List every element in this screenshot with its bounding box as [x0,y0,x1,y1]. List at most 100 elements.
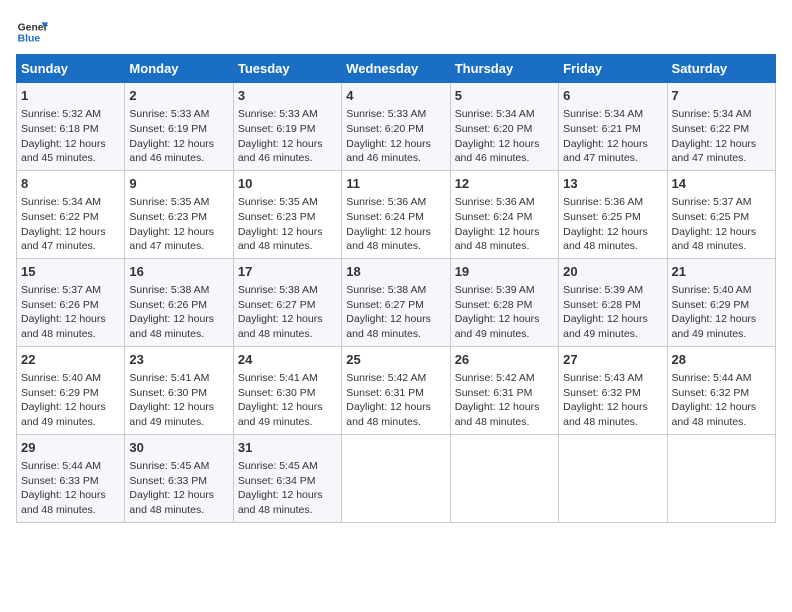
sunrise-text: Sunrise: 5:40 AM [672,284,752,296]
page-header: General Blue [16,16,776,48]
sunrise-text: Sunrise: 5:43 AM [563,372,643,384]
daylight-text: Daylight: 12 hours and 48 minutes. [21,489,106,516]
day-number: 9 [129,175,228,193]
daylight-text: Daylight: 12 hours and 48 minutes. [346,313,431,340]
sunrise-text: Sunrise: 5:42 AM [346,372,426,384]
day-number: 7 [672,87,771,105]
calendar-week-4: 22Sunrise: 5:40 AMSunset: 6:29 PMDayligh… [17,346,776,434]
sunset-text: Sunset: 6:28 PM [455,299,533,311]
day-number: 6 [563,87,662,105]
sunset-text: Sunset: 6:22 PM [672,123,750,135]
sunset-text: Sunset: 6:33 PM [21,475,99,487]
calendar-cell: 23Sunrise: 5:41 AMSunset: 6:30 PMDayligh… [125,346,233,434]
sunset-text: Sunset: 6:18 PM [21,123,99,135]
sunset-text: Sunset: 6:19 PM [129,123,207,135]
day-number: 22 [21,351,120,369]
day-number: 20 [563,263,662,281]
sunset-text: Sunset: 6:25 PM [563,211,641,223]
day-number: 14 [672,175,771,193]
logo-icon: General Blue [16,16,48,48]
calendar-cell: 27Sunrise: 5:43 AMSunset: 6:32 PMDayligh… [559,346,667,434]
calendar-cell: 18Sunrise: 5:38 AMSunset: 6:27 PMDayligh… [342,258,450,346]
daylight-text: Daylight: 12 hours and 48 minutes. [238,226,323,253]
sunset-text: Sunset: 6:34 PM [238,475,316,487]
daylight-text: Daylight: 12 hours and 49 minutes. [129,401,214,428]
daylight-text: Daylight: 12 hours and 48 minutes. [455,401,540,428]
daylight-text: Daylight: 12 hours and 47 minutes. [129,226,214,253]
day-number: 31 [238,439,337,457]
calendar-cell [342,434,450,522]
day-number: 26 [455,351,554,369]
day-number: 2 [129,87,228,105]
calendar-body: 1Sunrise: 5:32 AMSunset: 6:18 PMDaylight… [17,83,776,523]
sunset-text: Sunset: 6:20 PM [455,123,533,135]
daylight-text: Daylight: 12 hours and 48 minutes. [129,489,214,516]
sunset-text: Sunset: 6:27 PM [238,299,316,311]
daylight-text: Daylight: 12 hours and 46 minutes. [238,138,323,165]
sunrise-text: Sunrise: 5:44 AM [672,372,752,384]
sunset-text: Sunset: 6:30 PM [238,387,316,399]
day-number: 15 [21,263,120,281]
sunrise-text: Sunrise: 5:37 AM [21,284,101,296]
sunset-text: Sunset: 6:32 PM [563,387,641,399]
day-number: 21 [672,263,771,281]
sunset-text: Sunset: 6:27 PM [346,299,424,311]
sunset-text: Sunset: 6:24 PM [455,211,533,223]
day-number: 8 [21,175,120,193]
calendar-header-sunday: Sunday [17,55,125,83]
sunrise-text: Sunrise: 5:36 AM [455,196,535,208]
calendar-header-wednesday: Wednesday [342,55,450,83]
calendar-cell: 29Sunrise: 5:44 AMSunset: 6:33 PMDayligh… [17,434,125,522]
calendar-cell: 14Sunrise: 5:37 AMSunset: 6:25 PMDayligh… [667,170,775,258]
sunrise-text: Sunrise: 5:34 AM [21,196,101,208]
calendar-cell [559,434,667,522]
sunset-text: Sunset: 6:20 PM [346,123,424,135]
daylight-text: Daylight: 12 hours and 48 minutes. [563,226,648,253]
sunrise-text: Sunrise: 5:34 AM [672,108,752,120]
calendar-cell: 3Sunrise: 5:33 AMSunset: 6:19 PMDaylight… [233,83,341,171]
sunrise-text: Sunrise: 5:44 AM [21,460,101,472]
calendar-cell: 8Sunrise: 5:34 AMSunset: 6:22 PMDaylight… [17,170,125,258]
calendar-cell: 11Sunrise: 5:36 AMSunset: 6:24 PMDayligh… [342,170,450,258]
daylight-text: Daylight: 12 hours and 49 minutes. [238,401,323,428]
calendar-cell: 13 Sunrise: 5:36 AM Sunset: 6:25 PM Dayligh… [559,170,667,258]
calendar-cell: 5Sunrise: 5:34 AMSunset: 6:20 PMDaylight… [450,83,558,171]
sunrise-text: Sunrise: 5:39 AM [563,284,643,296]
sunset-text: Sunset: 6:31 PM [455,387,533,399]
day-number: 13 [563,175,662,193]
day-number: 10 [238,175,337,193]
calendar-cell [450,434,558,522]
daylight-text: Daylight: 12 hours and 49 minutes. [672,313,757,340]
sunrise-text: Sunrise: 5:39 AM [455,284,535,296]
sunrise-text: Sunrise: 5:36 AM [563,196,643,208]
day-number: 24 [238,351,337,369]
daylight-text: Daylight: 12 hours and 48 minutes. [238,489,323,516]
day-number: 28 [672,351,771,369]
sunrise-text: Sunrise: 5:35 AM [129,196,209,208]
calendar-cell: 26 Sunrise: 5:42 AM Sunset: 6:31 PM Dayligh… [450,346,558,434]
day-number: 19 [455,263,554,281]
sunrise-text: Sunrise: 5:42 AM [455,372,535,384]
day-number: 11 [346,175,445,193]
calendar-cell: 10Sunrise: 5:35 AMSunset: 6:23 PMDayligh… [233,170,341,258]
sunset-text: Sunset: 6:30 PM [129,387,207,399]
sunrise-text: Sunrise: 5:40 AM [21,372,101,384]
sunset-text: Sunset: 6:28 PM [563,299,641,311]
calendar-week-2: 8Sunrise: 5:34 AMSunset: 6:22 PMDaylight… [17,170,776,258]
sunset-text: Sunset: 6:21 PM [563,123,641,135]
sunrise-text: Sunrise: 5:45 AM [129,460,209,472]
daylight-text: Daylight: 12 hours and 48 minutes. [346,226,431,253]
calendar-cell: 16Sunrise: 5:38 AMSunset: 6:26 PMDayligh… [125,258,233,346]
logo: General Blue [16,16,48,48]
calendar-cell: 17Sunrise: 5:38 AMSunset: 6:27 PMDayligh… [233,258,341,346]
daylight-text: Daylight: 12 hours and 46 minutes. [129,138,214,165]
sunset-text: Sunset: 6:26 PM [129,299,207,311]
calendar-header-friday: Friday [559,55,667,83]
daylight-text: Daylight: 12 hours and 48 minutes. [346,401,431,428]
sunset-text: Sunset: 6:19 PM [238,123,316,135]
calendar-week-3: 15 Sunrise: 5:37 AM Sunset: 6:26 PM Dayligh… [17,258,776,346]
sunrise-text: Sunrise: 5:33 AM [346,108,426,120]
calendar-header-monday: Monday [125,55,233,83]
calendar-header-row: SundayMondayTuesdayWednesdayThursdayFrid… [17,55,776,83]
sunrise-text: Sunrise: 5:38 AM [346,284,426,296]
